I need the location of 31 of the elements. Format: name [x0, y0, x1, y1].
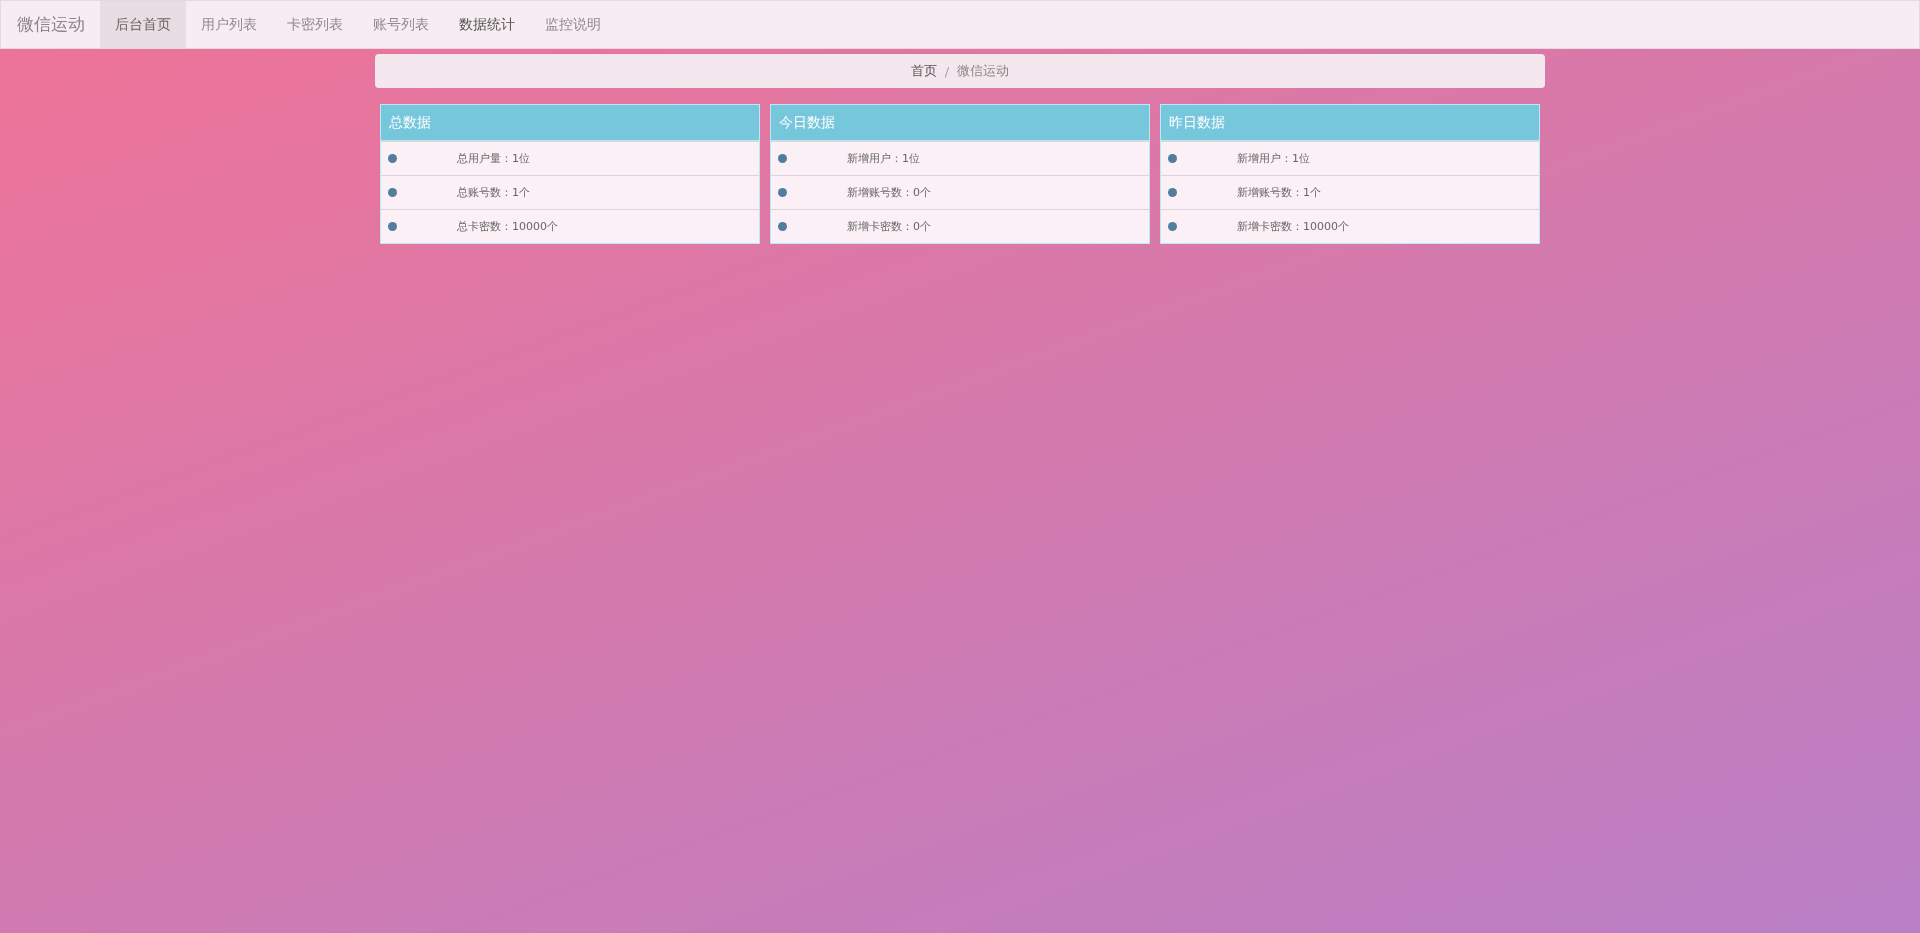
nav-link[interactable]: 监控说明: [530, 1, 616, 48]
bullet-icon: [1168, 222, 1177, 231]
nav-link[interactable]: 卡密列表: [272, 1, 358, 48]
nav-link[interactable]: 用户列表: [186, 1, 272, 48]
bullet-icon: [388, 222, 397, 231]
breadcrumb-separator: /: [944, 63, 950, 79]
bullet-icon: [388, 188, 397, 197]
panel-title: 今日数据: [771, 105, 1149, 141]
stat-text: 新增用户：1位: [847, 151, 920, 166]
nav-link[interactable]: 数据统计: [444, 1, 530, 48]
breadcrumb-current: 微信运动: [957, 62, 1010, 80]
stat-text: 新增账号数：1个: [1237, 185, 1321, 200]
bullet-icon: [1168, 154, 1177, 163]
nav-link[interactable]: 账号列表: [358, 1, 444, 48]
bullet-icon: [388, 154, 397, 163]
panel-title: 总数据: [381, 105, 759, 141]
stat-text: 新增账号数：0个: [847, 185, 931, 200]
stat-text: 总账号数：1个: [457, 185, 530, 200]
bullet-icon: [1168, 188, 1177, 197]
stat-text: 新增卡密数：0个: [847, 219, 931, 234]
breadcrumb-link[interactable]: 首页: [910, 62, 937, 80]
brand-title[interactable]: 微信运动: [1, 1, 100, 48]
bullet-icon: [778, 188, 787, 197]
stat-text: 总用户量：1位: [457, 151, 530, 166]
bullet-icon: [778, 222, 787, 231]
stat-text: 新增卡密数：10000个: [1237, 219, 1349, 234]
bullet-icon: [778, 154, 787, 163]
stat-text: 总卡密数：10000个: [457, 219, 558, 234]
stat-text: 新增用户：1位: [1237, 151, 1310, 166]
panel-title: 昨日数据: [1161, 105, 1539, 141]
nav-link[interactable]: 后台首页: [100, 1, 186, 48]
